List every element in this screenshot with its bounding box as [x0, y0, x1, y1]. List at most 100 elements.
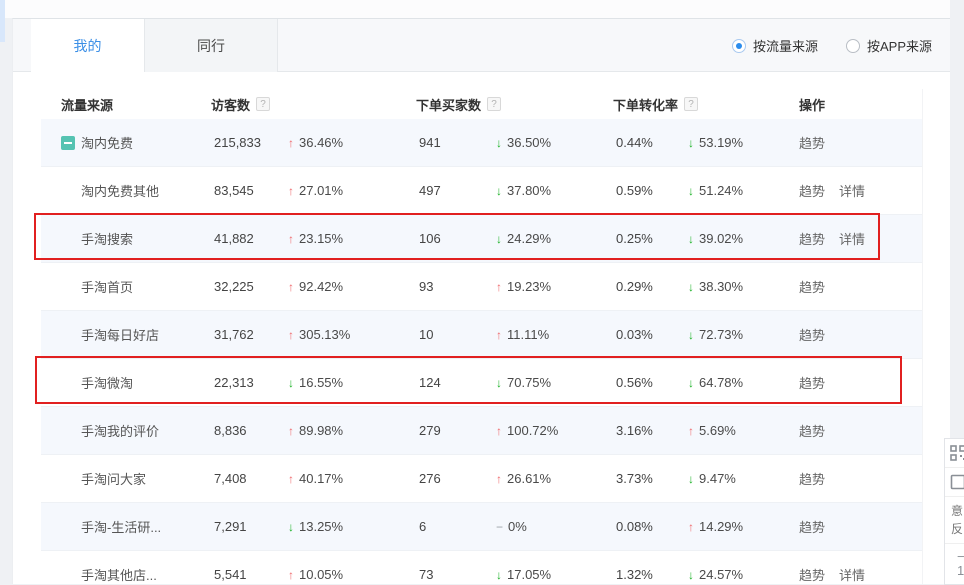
- radio-by-app-source[interactable]: 按APP来源: [846, 36, 932, 55]
- visitors-change: ↑ 10.05%: [288, 567, 416, 582]
- visitors-value: 7,408: [211, 471, 288, 486]
- ops-cell: 趋势: [799, 421, 922, 440]
- detail-link[interactable]: 详情: [839, 565, 865, 584]
- trend-arrow-icon: ↓: [288, 376, 294, 390]
- buyers-change: ↓ 37.80%: [496, 183, 613, 198]
- feedback-button[interactable]: 意见 反馈: [945, 497, 964, 544]
- qr-code-icon[interactable]: [945, 439, 964, 468]
- visitors-change: ↑ 92.42%: [288, 279, 416, 294]
- floating-side-widget: 意见 反馈 − 1: [944, 438, 964, 585]
- change-value: 72.73%: [699, 327, 743, 342]
- trend-link[interactable]: 趋势: [799, 325, 825, 344]
- conversion-change: ↑ 14.29%: [688, 519, 799, 534]
- change-value: 24.57%: [699, 567, 743, 582]
- source-name: 手淘微淘: [81, 373, 133, 392]
- collapse-minus-icon[interactable]: [61, 136, 75, 150]
- buyers-change: ↑ 100.72%: [496, 423, 613, 438]
- trend-link[interactable]: 趋势: [799, 133, 825, 152]
- source-name: 手淘其他店...: [81, 565, 157, 584]
- trend-arrow-icon: ↑: [288, 280, 294, 294]
- buyers-value: 73: [416, 567, 496, 582]
- source-name: 手淘我的评价: [81, 421, 159, 440]
- visitors-change: ↑ 89.98%: [288, 423, 416, 438]
- change-value: 38.30%: [699, 279, 743, 294]
- conversion-change: ↓ 64.78%: [688, 375, 799, 390]
- partial-glyph: 1: [957, 563, 964, 578]
- trend-arrow-icon: ↓: [688, 328, 694, 342]
- ops-cell: 趋势: [799, 277, 922, 296]
- visitors-value: 31,762: [211, 327, 288, 342]
- trend-arrow-icon: ↓: [496, 376, 502, 390]
- change-value: 37.80%: [507, 183, 551, 198]
- change-value: 40.17%: [299, 471, 343, 486]
- change-value: 89.98%: [299, 423, 343, 438]
- trend-link[interactable]: 趋势: [799, 469, 825, 488]
- table-row: 淘内免费其他 83,545 ↑ 27.01% 497 ↓ 37.80% 0.59…: [41, 167, 922, 215]
- table-row: 手淘首页 32,225 ↑ 92.42% 93 ↑ 19.23% 0.29% ↓…: [41, 263, 922, 311]
- change-value: 0%: [508, 519, 527, 534]
- trend-link[interactable]: 趋势: [799, 373, 825, 392]
- panel-icon[interactable]: [945, 468, 964, 497]
- help-icon[interactable]: ?: [487, 97, 501, 111]
- visitors-value: 22,313: [211, 375, 288, 390]
- trend-arrow-icon: ↑: [288, 136, 294, 150]
- trend-link[interactable]: 趋势: [799, 421, 825, 440]
- ops-cell: 趋势详情: [799, 229, 922, 248]
- visitors-change: ↑ 27.01%: [288, 183, 416, 198]
- header-ops: 操作: [799, 95, 922, 114]
- trend-link[interactable]: 趋势: [799, 229, 825, 248]
- help-icon[interactable]: ?: [684, 97, 698, 111]
- visitors-change: ↑ 36.46%: [288, 135, 416, 150]
- detail-link[interactable]: 详情: [839, 181, 865, 200]
- source-cell: 手淘每日好店: [41, 325, 211, 344]
- source-name: 淘内免费其他: [81, 181, 159, 200]
- visitors-change: ↓ 16.55%: [288, 375, 416, 390]
- trend-link[interactable]: 趋势: [799, 181, 825, 200]
- source-cell: 淘内免费: [41, 133, 211, 152]
- trend-arrow-icon: ↓: [496, 232, 502, 246]
- trend-arrow-icon: ↑: [496, 472, 502, 486]
- ops-cell: 趋势详情: [799, 565, 922, 584]
- visitors-value: 41,882: [211, 231, 288, 246]
- ops-cell: 趋势详情: [799, 181, 922, 200]
- change-value: 13.25%: [299, 519, 343, 534]
- conversion-change: ↑ 5.69%: [688, 423, 799, 438]
- tab-peers[interactable]: 同行: [144, 19, 278, 72]
- trend-arrow-icon: ↑: [496, 328, 502, 342]
- source-cell: 手淘我的评价: [41, 421, 211, 440]
- change-value: 14.29%: [699, 519, 743, 534]
- conversion-value: 0.59%: [613, 183, 688, 198]
- source-view-toggle: 按流量来源 按APP来源: [732, 19, 932, 72]
- trend-link[interactable]: 趋势: [799, 565, 825, 584]
- trend-arrow-icon: ↓: [496, 136, 502, 150]
- table-row: 手淘微淘 22,313 ↓ 16.55% 124 ↓ 70.75% 0.56% …: [41, 359, 922, 407]
- trend-arrow-icon: ↑: [688, 520, 694, 534]
- widget-bottom-control[interactable]: − 1: [945, 544, 964, 584]
- conversion-value: 0.56%: [613, 375, 688, 390]
- change-value: 70.75%: [507, 375, 551, 390]
- conversion-change: ↓ 72.73%: [688, 327, 799, 342]
- traffic-table: 流量来源 访客数 ? 下单买家数 ? 下单转化率 ? 操作 淘内免费 215,8…: [41, 89, 923, 584]
- change-value: 24.29%: [507, 231, 551, 246]
- change-value: 36.46%: [299, 135, 343, 150]
- help-icon[interactable]: ?: [256, 97, 270, 111]
- conversion-value: 3.16%: [613, 423, 688, 438]
- change-value: 100.72%: [507, 423, 558, 438]
- table-row: 手淘-生活研... 7,291 ↓ 13.25% 6 − 0% 0.08% ↑ …: [41, 503, 922, 551]
- header-conversion: 下单转化率 ?: [613, 95, 799, 114]
- tab-mine[interactable]: 我的: [31, 19, 144, 73]
- buyers-change: ↓ 70.75%: [496, 375, 613, 390]
- source-cell: 手淘首页: [41, 277, 211, 296]
- radio-by-traffic-source[interactable]: 按流量来源: [732, 36, 818, 55]
- detail-link[interactable]: 详情: [839, 229, 865, 248]
- trend-link[interactable]: 趋势: [799, 277, 825, 296]
- ops-cell: 趋势: [799, 133, 922, 152]
- source-cell: 淘内免费其他: [41, 181, 211, 200]
- change-value: 19.23%: [507, 279, 551, 294]
- trend-link[interactable]: 趋势: [799, 517, 825, 536]
- trend-arrow-icon: ↑: [288, 424, 294, 438]
- table-row: 手淘搜索 41,882 ↑ 23.15% 106 ↓ 24.29% 0.25% …: [41, 215, 922, 263]
- change-value: 92.42%: [299, 279, 343, 294]
- buyers-change: ↑ 26.61%: [496, 471, 613, 486]
- trend-arrow-icon: ↑: [288, 328, 294, 342]
